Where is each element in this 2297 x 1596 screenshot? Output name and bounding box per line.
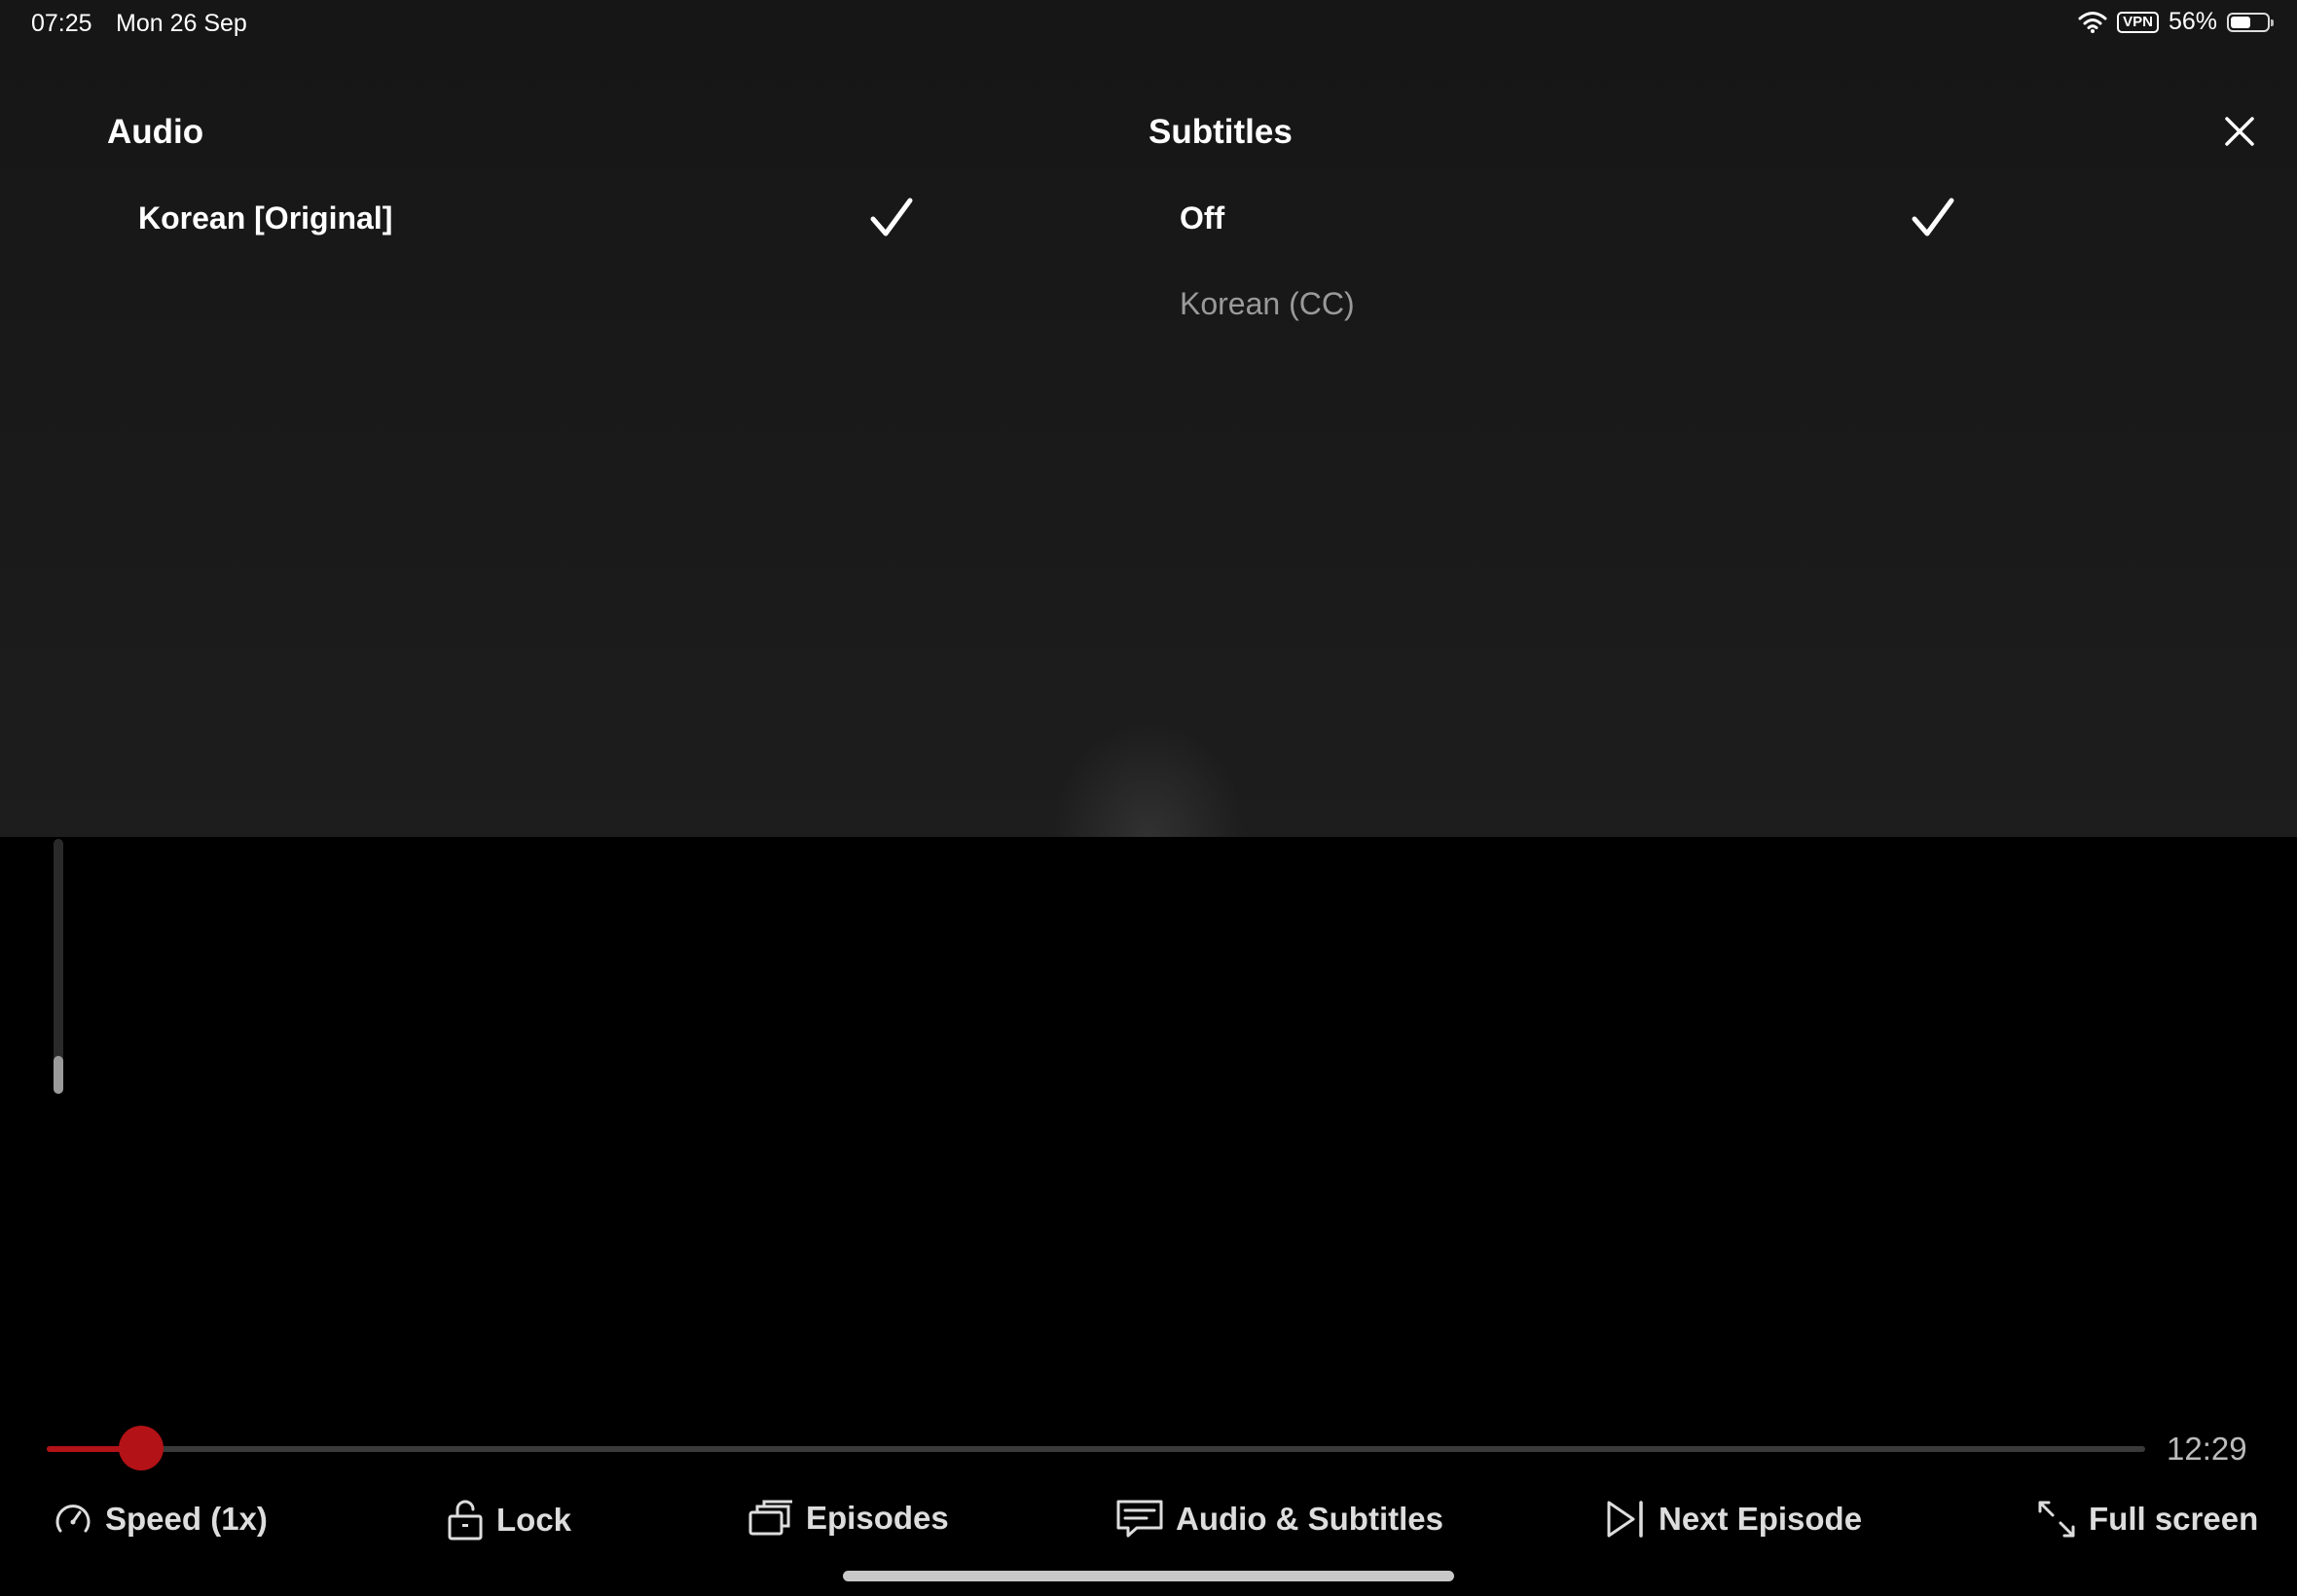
status-bar: 07:25 Mon 26 Sep VPN 56% xyxy=(0,0,2297,47)
subtitles-section-title: Subtitles xyxy=(1148,113,1293,151)
audio-section-title: Audio xyxy=(107,113,204,151)
check-icon xyxy=(1912,198,1954,236)
next-episode-button[interactable]: Next Episode xyxy=(1604,1499,1862,1540)
close-icon[interactable] xyxy=(2217,109,2262,154)
full-screen-label: Full screen xyxy=(2089,1501,2259,1537)
subtitles-icon xyxy=(1116,1500,1163,1538)
status-time: 07:25 xyxy=(31,10,92,37)
expand-icon xyxy=(2038,1501,2075,1538)
vpn-badge: VPN xyxy=(2117,11,2159,33)
episodes-icon xyxy=(748,1500,792,1536)
next-episode-label: Next Episode xyxy=(1659,1501,1863,1537)
speedometer-icon xyxy=(55,1505,91,1533)
subtitle-option-korean-cc[interactable]: Korean (CC) xyxy=(1180,286,1355,322)
progress-bar[interactable] xyxy=(47,1426,2145,1470)
speed-button[interactable]: Speed (1x) xyxy=(53,1499,268,1540)
audio-subtitles-label: Audio & Subtitles xyxy=(1176,1501,1443,1537)
audio-subtitles-button[interactable]: Audio & Subtitles xyxy=(1115,1499,1443,1540)
check-icon xyxy=(870,198,913,236)
audio-option-korean-original[interactable]: Korean [Original] xyxy=(138,200,392,236)
speed-label: Speed (1x) xyxy=(105,1501,268,1537)
volume-slider[interactable] xyxy=(54,839,63,1094)
player-controls: Speed (1x) Lock Episodes Audio & Subtitl… xyxy=(0,1499,2297,1549)
unlock-icon xyxy=(448,1500,483,1541)
battery-nub xyxy=(2271,18,2274,26)
battery-level xyxy=(2231,16,2250,28)
episodes-button[interactable]: Episodes xyxy=(747,1499,949,1538)
next-episode-icon xyxy=(1607,1501,1643,1538)
lock-button[interactable]: Lock xyxy=(446,1499,571,1542)
panel-glow xyxy=(1051,720,1246,837)
episodes-label: Episodes xyxy=(806,1500,949,1536)
wifi-icon xyxy=(2078,11,2107,33)
time-remaining: 12:29 xyxy=(2167,1431,2247,1467)
progress-thumb[interactable] xyxy=(119,1426,164,1470)
full-screen-button[interactable]: Full screen xyxy=(2036,1499,2258,1540)
audio-subtitles-panel: Audio Korean [Original] Subtitles Off Ko… xyxy=(0,0,2297,837)
lock-label: Lock xyxy=(496,1502,572,1538)
battery-percent: 56% xyxy=(2168,8,2217,35)
status-indicators: VPN 56% xyxy=(2078,8,2274,36)
status-date: Mon 26 Sep xyxy=(116,10,247,37)
battery-icon xyxy=(2227,12,2274,32)
volume-level xyxy=(54,1056,63,1094)
subtitle-option-off[interactable]: Off xyxy=(1180,200,1224,236)
home-indicator[interactable] xyxy=(843,1571,1454,1581)
